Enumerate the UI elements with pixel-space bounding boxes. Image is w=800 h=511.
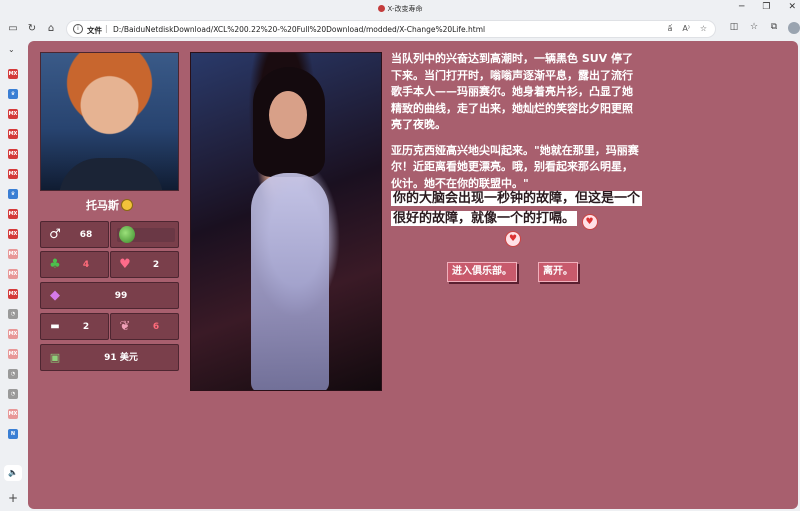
window-tab[interactable]: X-改变寿命 <box>0 4 800 14</box>
info-icon[interactable]: i <box>73 24 83 34</box>
chevron-down-icon[interactable]: ⌄ <box>8 45 15 54</box>
minimize-button[interactable]: ─ <box>739 2 744 12</box>
address-url[interactable]: D:/BaiduNetdiskDownload/XCL%200.22%20-%2… <box>113 25 485 34</box>
sidebar-app-icon[interactable]: ♛ <box>8 189 18 199</box>
stat-love[interactable]: ♥ 2 <box>110 251 179 278</box>
address-scheme: 文件 <box>87 26 102 35</box>
extensions-icon[interactable]: ◫ <box>728 22 740 34</box>
heart-badge-icon: ♥ <box>581 214 598 230</box>
player-name-row: 托马斯 <box>40 197 179 213</box>
home-icon[interactable]: ⌂ <box>44 22 58 36</box>
sidebar-app-icon[interactable]: MX <box>8 349 18 359</box>
address-bar[interactable]: i 文件 | D:/BaiduNetdiskDownload/XCL%200.2… <box>66 20 716 38</box>
sidebar-app-icon[interactable]: MX <box>8 169 18 179</box>
add-icon[interactable]: + <box>8 491 18 505</box>
tab-title: X-改变寿命 <box>387 5 423 13</box>
stat-arousal[interactable] <box>110 221 179 248</box>
leave-button[interactable]: 离开。 <box>538 262 578 282</box>
speaker-icon[interactable]: 🔈 <box>4 465 22 481</box>
heart-badge-icon: ♥ <box>505 231 521 247</box>
title-bar: X-改变寿命 ─ ❐ ✕ <box>0 0 800 17</box>
sidebar-app-icon[interactable]: ◔ <box>8 389 18 399</box>
close-button[interactable]: ✕ <box>788 2 796 12</box>
sidebar-app-icon[interactable]: ◔ <box>8 369 18 379</box>
stat-fitness[interactable]: ▬ 2 <box>40 313 109 340</box>
sidebar-app-icon[interactable]: MX <box>8 109 18 119</box>
sidebar-app-icon[interactable]: MX <box>8 129 18 139</box>
sidebar-app-icon[interactable]: MX <box>8 289 18 299</box>
stat-money[interactable]: ▣ 91 美元 <box>40 344 179 371</box>
cash-icon: ▣ <box>49 351 61 364</box>
stat-luck[interactable]: ♣ 4 <box>40 251 109 278</box>
clover-icon: ♣ <box>49 257 61 272</box>
brain-icon: ❦ <box>119 319 131 334</box>
green-slime-icon <box>119 226 135 243</box>
stat-love-value: 2 <box>152 260 160 270</box>
sidebar-app-icon[interactable]: MX <box>8 229 18 239</box>
sidebar-app-icon[interactable]: ♛ <box>8 89 18 99</box>
dumbbell-icon: ▬ <box>50 321 60 332</box>
stat-gem[interactable]: ◆ 99 <box>40 282 179 309</box>
browser-toolbar: ▭ ↻ ⌂ i 文件 | D:/BaiduNetdiskDownload/XCL… <box>0 17 800 41</box>
stat-money-value: 91 美元 <box>104 353 138 363</box>
refresh-icon[interactable]: ↻ <box>25 22 39 36</box>
scene-image <box>190 52 382 391</box>
story-paragraph: 亚历克西娅高兴地尖叫起来。"她就在那里，玛丽赛尔！近距离看她更漂亮。哦，别看起来… <box>391 143 639 190</box>
thought-highlight: 你的大脑会出现一秒钟的故障，但这是一个很好的故障，就像一个的打嗝。 <box>391 191 643 226</box>
stat-gem-value: 99 <box>114 291 128 301</box>
collections-icon[interactable]: ⧉ <box>768 22 780 34</box>
sidebar-app-icon[interactable]: MX <box>8 409 18 419</box>
heart-icon: ♥ <box>119 257 131 272</box>
sidebar-app-icon[interactable]: MX <box>8 249 18 259</box>
sidebar-app-icon[interactable]: MX <box>8 149 18 159</box>
stat-gender-value: 68 <box>79 230 93 240</box>
sidebar-app-icon[interactable]: ◔ <box>8 309 18 319</box>
enter-club-button[interactable]: 进入俱乐部。 <box>447 262 517 282</box>
story-paragraph: 当队列中的兴奋达到高潮时，一辆黑色 SUV 停了下来。当门打开时，嗡嗡声逐渐平息… <box>391 52 634 131</box>
sidebar-app-icon[interactable]: N <box>8 429 18 439</box>
favorites-icon[interactable]: ☆ <box>748 22 760 34</box>
stat-fitness-value: 2 <box>82 322 90 332</box>
stat-brain[interactable]: ❦ 6 <box>110 313 179 340</box>
story-text: 当队列中的兴奋达到高潮时，一辆黑色 SUV 停了下来。当门打开时，嗡嗡声逐渐平息… <box>391 51 641 201</box>
stat-brain-value: 6 <box>152 322 160 332</box>
translate-icon[interactable]: ấ <box>667 24 672 33</box>
male-symbol-icon: ♂ <box>49 227 61 242</box>
mood-face-icon <box>121 199 133 211</box>
player-portrait <box>40 52 179 191</box>
sidebar-app-icon[interactable]: MX <box>8 329 18 339</box>
player-name: 托马斯 <box>86 199 119 212</box>
maximize-button[interactable]: ❐ <box>762 2 770 12</box>
stat-luck-value: 4 <box>82 260 90 270</box>
profile-avatar[interactable] <box>788 22 800 34</box>
browser-sidebar: ⌄ MX ♛ MX MX MX MX ♛ MX MX MX MX MX ◔ MX… <box>0 41 26 511</box>
favorite-star-icon[interactable]: ☆ <box>700 24 707 33</box>
sidebar-toggle-icon[interactable]: ▭ <box>6 22 20 36</box>
stat-gender[interactable]: ♂ 68 <box>40 221 109 248</box>
sidebar-app-icon[interactable]: MX <box>8 269 18 279</box>
sidebar-app-icon[interactable]: MX <box>8 209 18 219</box>
tab-favicon-icon <box>377 5 385 12</box>
game-page: 托马斯 ♂ 68 ♣ 4 ♥ 2 ◆ 99 ▬ 2 ❦ 6 ▣ 91 美元 当队… <box>28 41 798 509</box>
gem-icon: ◆ <box>50 288 60 303</box>
read-aloud-icon[interactable]: A⁾ <box>682 24 689 33</box>
thought-text: 你的大脑会出现一秒钟的故障，但这是一个很好的故障，就像一个的打嗝。 ♥ <box>391 189 643 230</box>
sidebar-app-icon[interactable]: MX <box>8 69 18 79</box>
